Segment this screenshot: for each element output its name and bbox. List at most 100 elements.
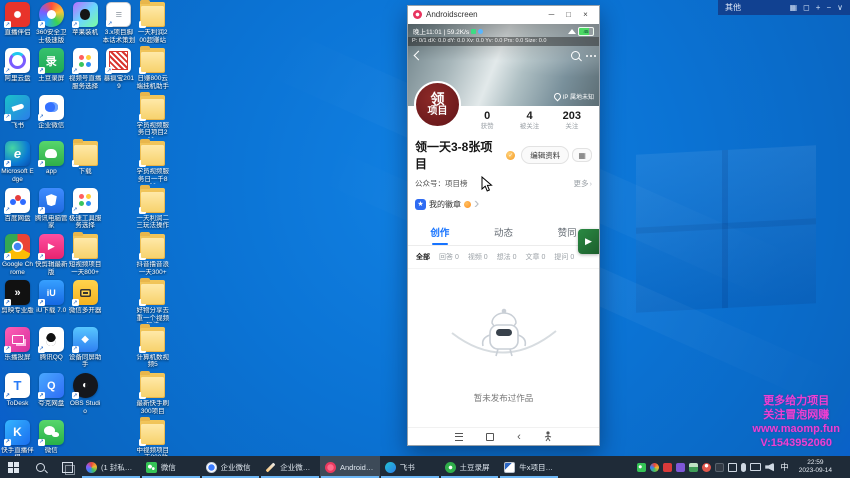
ime-indicator[interactable]: 中	[778, 461, 791, 473]
desktop-icon[interactable]: 微信	[35, 420, 68, 455]
desktop-icon[interactable]: 极速工具服务选择	[69, 188, 102, 230]
desktop-icon[interactable]: Google Chrome	[1, 234, 34, 276]
content-filter[interactable]: 回答 0	[439, 252, 459, 262]
my-badges-row[interactable]: 我的徽章 ›	[408, 189, 599, 220]
video-float-button[interactable]	[578, 229, 599, 254]
desktop-icon[interactable]: 下载	[69, 141, 102, 176]
more-menu-icon[interactable]	[590, 55, 592, 57]
profile-tab[interactable]: 动态	[472, 220, 536, 245]
task-view-button[interactable]	[54, 456, 81, 478]
red-app-tray-icon[interactable]	[663, 463, 672, 472]
minimize-button[interactable]: ─	[543, 6, 560, 23]
desktop-icon[interactable]: 学员视频服务日项目200+	[136, 95, 169, 138]
taskbar-app-button[interactable]: Androidscreen	[320, 456, 380, 478]
stat-item[interactable]: 4 被关注	[510, 110, 548, 131]
taskbar-app-button[interactable]: 土豆录屏	[440, 456, 500, 478]
desktop-icon[interactable]: 微信多开器	[69, 280, 102, 315]
start-button[interactable]	[0, 456, 27, 478]
search-icon[interactable]	[571, 51, 580, 60]
window-titlebar[interactable]: Androidscreen ─ □ ×	[408, 6, 599, 23]
maximize-button[interactable]: □	[560, 6, 577, 23]
taskbar-app-button[interactable]: 企业微信	[201, 456, 261, 478]
desktop-icon[interactable]: 腾讯电脑管家	[35, 188, 68, 230]
desktop-icon-image	[5, 234, 30, 259]
desktop-icon[interactable]: 阿里云盘	[1, 48, 34, 83]
desktop-icon[interactable]: 夸克网盘	[35, 373, 68, 408]
browser-360-tray-icon[interactable]	[650, 463, 659, 472]
desktop-icon[interactable]: 剪映专业版	[1, 280, 34, 315]
back-nav-icon[interactable]	[517, 432, 521, 442]
desktop-icon[interactable]: 日赚800云端挂机助手	[136, 48, 169, 90]
desktop-icon[interactable]: 设备同屏助手	[69, 327, 102, 369]
lock-icon[interactable]: ◻	[803, 4, 810, 12]
desktop-icon[interactable]: 一天利润200超赚站	[136, 2, 169, 44]
pointer-debug-bar: P: 0/1 dX: 0.0 dY: 0.0 Xv: 0.0 Yv: 0.0 P…	[408, 37, 599, 46]
contact-app-tray-icon[interactable]	[702, 463, 711, 472]
assistant-nav-icon[interactable]	[544, 431, 552, 442]
back-icon[interactable]	[414, 51, 424, 61]
desktop-icon[interactable]: app	[35, 141, 68, 176]
taskbar-app-button[interactable]: 微信	[141, 456, 201, 478]
taskbar-app-button[interactable]: 牛x项目就在..项目...	[499, 456, 559, 478]
profile-tab[interactable]: 创作	[408, 220, 472, 245]
desktop-icon[interactable]: 360安全卫士极速版	[35, 2, 68, 44]
plus-icon[interactable]: +	[816, 4, 821, 12]
desktop-icon[interactable]: 3.x项目脚本话术策划	[102, 2, 135, 44]
desktop-icon[interactable]: 视频号直播服务选择	[69, 48, 102, 90]
purple-app-tray-icon[interactable]	[676, 463, 685, 472]
desktop-icon[interactable]: 土豆录屏	[35, 48, 68, 83]
desktop-icon[interactable]: 一天利润二三玩法操作	[136, 188, 169, 230]
dark-app-tray-icon[interactable]	[715, 463, 724, 472]
desktop-icon[interactable]: Microsoft Edge	[1, 141, 34, 183]
stat-label: 获赞	[468, 122, 506, 131]
microphone-tray-icon[interactable]	[741, 463, 746, 472]
profile-grid-button[interactable]	[572, 148, 592, 162]
desktop-icon[interactable]: 乐播投屏	[1, 327, 34, 362]
stat-item[interactable]: 0 获赞	[468, 110, 506, 131]
more-link[interactable]: 更多 ›	[574, 178, 593, 189]
stat-item[interactable]: 203 关注	[553, 110, 591, 131]
volume-tray-icon[interactable]	[765, 463, 774, 472]
desktop-icon[interactable]: ToDesk	[1, 373, 34, 408]
home-nav-icon[interactable]	[486, 433, 494, 441]
desktop-icon[interactable]: 最新快手刷300项目	[136, 373, 169, 415]
desktop-icon[interactable]: 直播伴侣	[1, 2, 34, 37]
content-filter[interactable]: 视频 0	[468, 252, 488, 262]
edit-profile-button[interactable]: 编辑资料	[521, 146, 569, 164]
desktop-icon[interactable]: 飞书	[1, 95, 34, 130]
taskbar-app-button[interactable]: 企业微信机器人助...	[260, 456, 320, 478]
usb-tray-icon[interactable]	[728, 463, 737, 472]
menu-nav-icon[interactable]	[455, 433, 463, 441]
taskbar-search-button[interactable]	[27, 456, 54, 478]
content-filter[interactable]: 想法 0	[497, 252, 517, 262]
close-button[interactable]: ×	[577, 6, 594, 23]
display-cast-tray-icon[interactable]	[750, 463, 761, 471]
desktop-icon[interactable]: 腾讯QQ	[35, 327, 68, 362]
wechat-tray-icon[interactable]	[637, 463, 646, 472]
minimize-icon[interactable]: −	[826, 4, 831, 12]
image-app-tray-icon[interactable]	[689, 463, 698, 472]
remote-toolbar[interactable]: 其他 ▦◻+−∨	[718, 0, 850, 15]
desktop-icon[interactable]: 好物分享去重一个视频玩法	[136, 280, 169, 323]
desktop-icon[interactable]: 暴疯宝2019	[102, 48, 135, 90]
taskbar-app-button[interactable]: (1 封私信) 首页 - ...	[81, 456, 141, 478]
content-filter[interactable]: 文章 0	[526, 252, 546, 262]
desktop-icon[interactable]: 快剪辑最新版	[35, 234, 68, 276]
taskbar-app-button[interactable]: 飞书	[380, 456, 440, 478]
desktop-icon[interactable]: iU下载 7.0	[35, 280, 68, 315]
desktop-icon[interactable]: 学员视频服务日一千800	[136, 141, 169, 184]
desktop-icon[interactable]: 抖音撸音浪一天300+	[136, 234, 169, 276]
promo-watermark: 更多给力项目关注冒泡网赚www.maomp.funV:1543952060	[752, 394, 840, 450]
grid-icon[interactable]: ▦	[790, 4, 798, 12]
taskbar-clock[interactable]: 22:59 2023-09-14	[795, 459, 836, 475]
content-filter[interactable]: 提问 0	[554, 252, 574, 262]
desktop-icon[interactable]: 百度网盘	[1, 188, 34, 223]
desktop-icon[interactable]: OBS Studio	[69, 373, 102, 415]
desktop-icon[interactable]: 短视频项目一天800+	[69, 234, 102, 276]
desktop-icon[interactable]: 企业微信	[35, 95, 68, 130]
content-filter[interactable]: 全部	[416, 252, 430, 262]
desktop-icon[interactable]: 苹果装机	[69, 2, 102, 37]
avatar[interactable]: 领 项目	[414, 81, 461, 128]
desktop-icon[interactable]: 计算机数视频5	[136, 327, 169, 369]
chevron-down-icon[interactable]: ∨	[837, 4, 843, 12]
